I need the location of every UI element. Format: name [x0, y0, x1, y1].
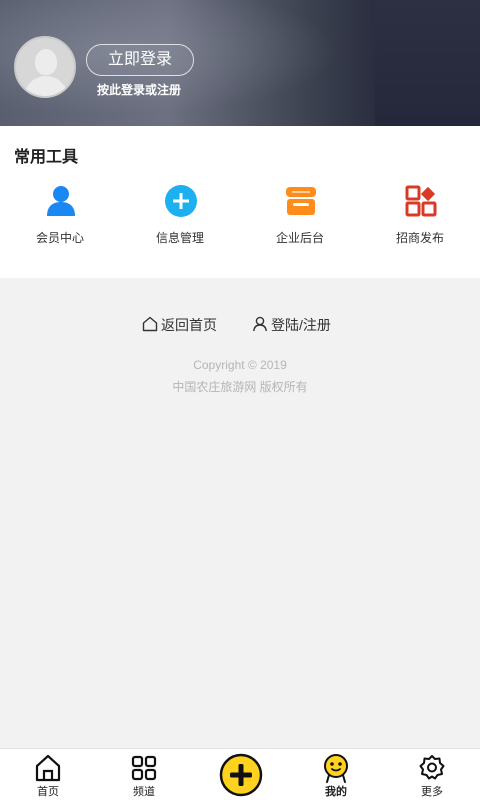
nav-label: 首页 — [37, 786, 59, 798]
user-outline-icon — [253, 316, 267, 332]
store-icon — [286, 187, 316, 215]
tools-title: 常用工具 — [14, 149, 79, 166]
avatar[interactable] — [14, 36, 76, 98]
copyright-text: Copyright © 2019 — [193, 358, 287, 372]
rights-text: 中国农庄旅游网 版权所有 — [172, 380, 308, 394]
avatar-head — [35, 49, 57, 75]
login-button[interactable]: 立即登录 — [86, 44, 194, 76]
tool-label: 信息管理 — [155, 231, 204, 245]
back-home-link[interactable]: 返回首页 — [142, 314, 226, 336]
home-icon — [35, 754, 61, 782]
header-background-right — [375, 0, 480, 126]
tool-info-management[interactable]: 信息管理 — [120, 184, 240, 248]
tool-member-center[interactable]: 会员中心 — [0, 184, 120, 248]
login-register-label: 登陆/注册 — [271, 317, 331, 333]
member-icon — [47, 186, 75, 216]
login-hint[interactable]: 按此登录或注册 — [97, 81, 181, 98]
apps-icon — [405, 185, 437, 217]
tool-label: 招商发布 — [395, 231, 444, 245]
tool-enterprise-backend[interactable]: 企业后台 — [240, 184, 360, 248]
avatar-body — [24, 76, 68, 96]
home-outline-icon — [142, 316, 158, 332]
nav-label: 频道 — [133, 786, 155, 798]
common-tools-panel: 常用工具 会员中心 信息管理 企业后台 招商发布 — [0, 126, 480, 278]
tool-label: 会员中心 — [35, 231, 84, 245]
nav-mine[interactable]: 我的 — [288, 749, 384, 800]
plus-circle-icon — [165, 185, 197, 217]
footer-links: 返回首页 登陆/注册 — [0, 314, 480, 336]
nav-more[interactable]: 更多 — [384, 749, 480, 800]
tool-investment-release[interactable]: 招商发布 — [360, 184, 480, 248]
nav-label: 更多 — [421, 786, 443, 798]
tool-label: 企业后台 — [275, 231, 324, 245]
nav-channel[interactable]: 频道 — [96, 749, 192, 800]
gear-icon — [419, 755, 445, 780]
nav-label: 我的 — [325, 786, 347, 798]
nav-home[interactable]: 首页 — [0, 749, 96, 800]
profile-header: 立即登录 按此登录或注册 — [0, 0, 480, 126]
smiley-icon — [324, 754, 348, 783]
login-register-link[interactable]: 登陆/注册 — [252, 314, 344, 336]
add-icon[interactable] — [219, 753, 263, 797]
back-home-label: 返回首页 — [161, 317, 217, 333]
grid-icon — [131, 755, 157, 781]
